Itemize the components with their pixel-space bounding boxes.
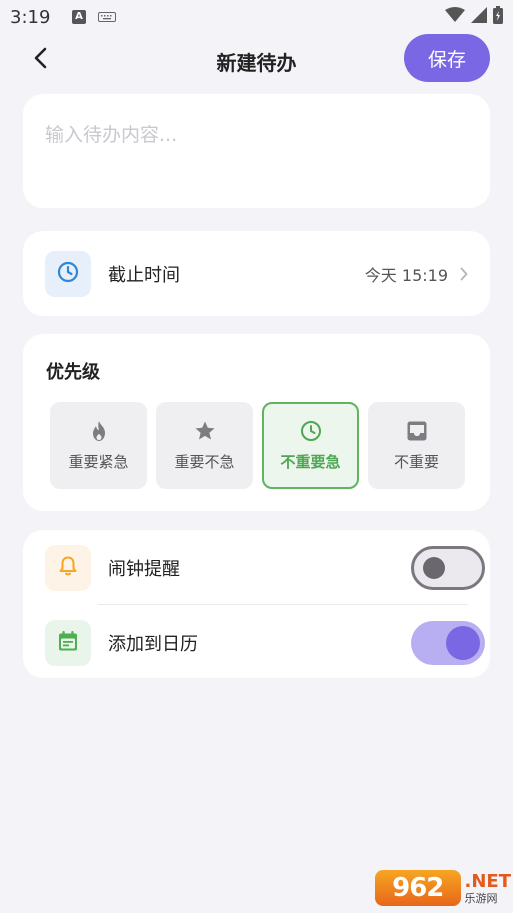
chevron-right-icon (460, 267, 468, 281)
deadline-value: 今天 15:19 (364, 265, 448, 285)
chevron-left-icon (33, 47, 47, 73)
wifi-icon (445, 7, 465, 27)
status-indicators (445, 6, 503, 28)
priority-option-label: 不重要 (393, 453, 439, 471)
toggle-knob (423, 557, 445, 579)
priority-option-important-not-urgent[interactable]: 重要不急 (156, 402, 253, 489)
divider (98, 604, 468, 605)
keyboard-icon (98, 12, 116, 22)
save-button[interactable]: 保存 (404, 34, 490, 82)
priority-option-label: 不重要急 (280, 453, 341, 471)
watermark-cn: 乐游网 (464, 891, 498, 905)
watermark-text: .NET 乐游网 (464, 870, 511, 905)
priority-option-not-important[interactable]: 不重要 (368, 402, 465, 489)
clock-icon (56, 260, 80, 288)
add-to-calendar-toggle[interactable] (411, 621, 485, 665)
watermark-net: .NET (464, 870, 511, 892)
priority-option-label: 重要紧急 (68, 453, 129, 471)
battery-icon (493, 6, 503, 28)
star-icon (194, 419, 216, 443)
inbox-icon (406, 419, 428, 443)
deadline-icon-tile (45, 250, 91, 297)
alarm-reminder-row: 闹钟提醒 (45, 544, 485, 592)
watermark-logo: 962 (375, 870, 461, 906)
todo-content-input[interactable] (45, 120, 468, 180)
toggle-knob (446, 626, 480, 660)
priority-title: 优先级 (46, 362, 100, 383)
alarm-reminder-toggle[interactable] (411, 546, 485, 590)
bell-icon (58, 555, 78, 581)
alarm-icon-tile (45, 545, 91, 591)
alarm-reminder-label: 闹钟提醒 (108, 559, 180, 580)
signal-icon (471, 7, 487, 27)
fire-icon (89, 419, 109, 443)
priority-card: 优先级 重要紧急 重要不急 不重要急 不重要 (23, 334, 490, 511)
priority-option-label: 重要不急 (174, 453, 235, 471)
back-button[interactable] (24, 44, 56, 76)
watermark: 962 .NET 乐游网 (375, 866, 511, 910)
calendar-icon-tile (45, 620, 91, 666)
deadline-row[interactable]: 截止时间 今天 15:19 (23, 231, 490, 316)
deadline-label: 截止时间 (108, 264, 180, 286)
add-to-calendar-row: 添加到日历 (45, 619, 485, 667)
calendar-icon (57, 630, 79, 656)
status-bar: 3:19 A (0, 0, 513, 34)
clock-icon (299, 419, 323, 443)
app-notification-icon: A (72, 10, 86, 24)
content-card (23, 94, 490, 208)
toggles-card: 闹钟提醒 添加到日历 (23, 530, 490, 678)
priority-option-urgent-important[interactable]: 重要紧急 (50, 402, 147, 489)
add-to-calendar-label: 添加到日历 (108, 634, 198, 655)
header: 新建待办 保存 (0, 34, 513, 86)
status-time: 3:19 (10, 6, 51, 28)
priority-option-urgent-not-important[interactable]: 不重要急 (262, 402, 359, 489)
priority-options: 重要紧急 重要不急 不重要急 不重要 (50, 402, 465, 489)
